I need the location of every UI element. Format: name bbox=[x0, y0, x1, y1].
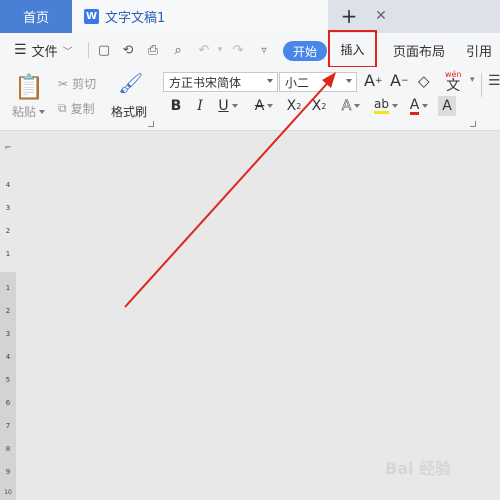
annotation-arrow bbox=[124, 72, 336, 308]
watermark: Bai 经验 bbox=[385, 459, 452, 478]
arrow-line bbox=[124, 76, 334, 308]
